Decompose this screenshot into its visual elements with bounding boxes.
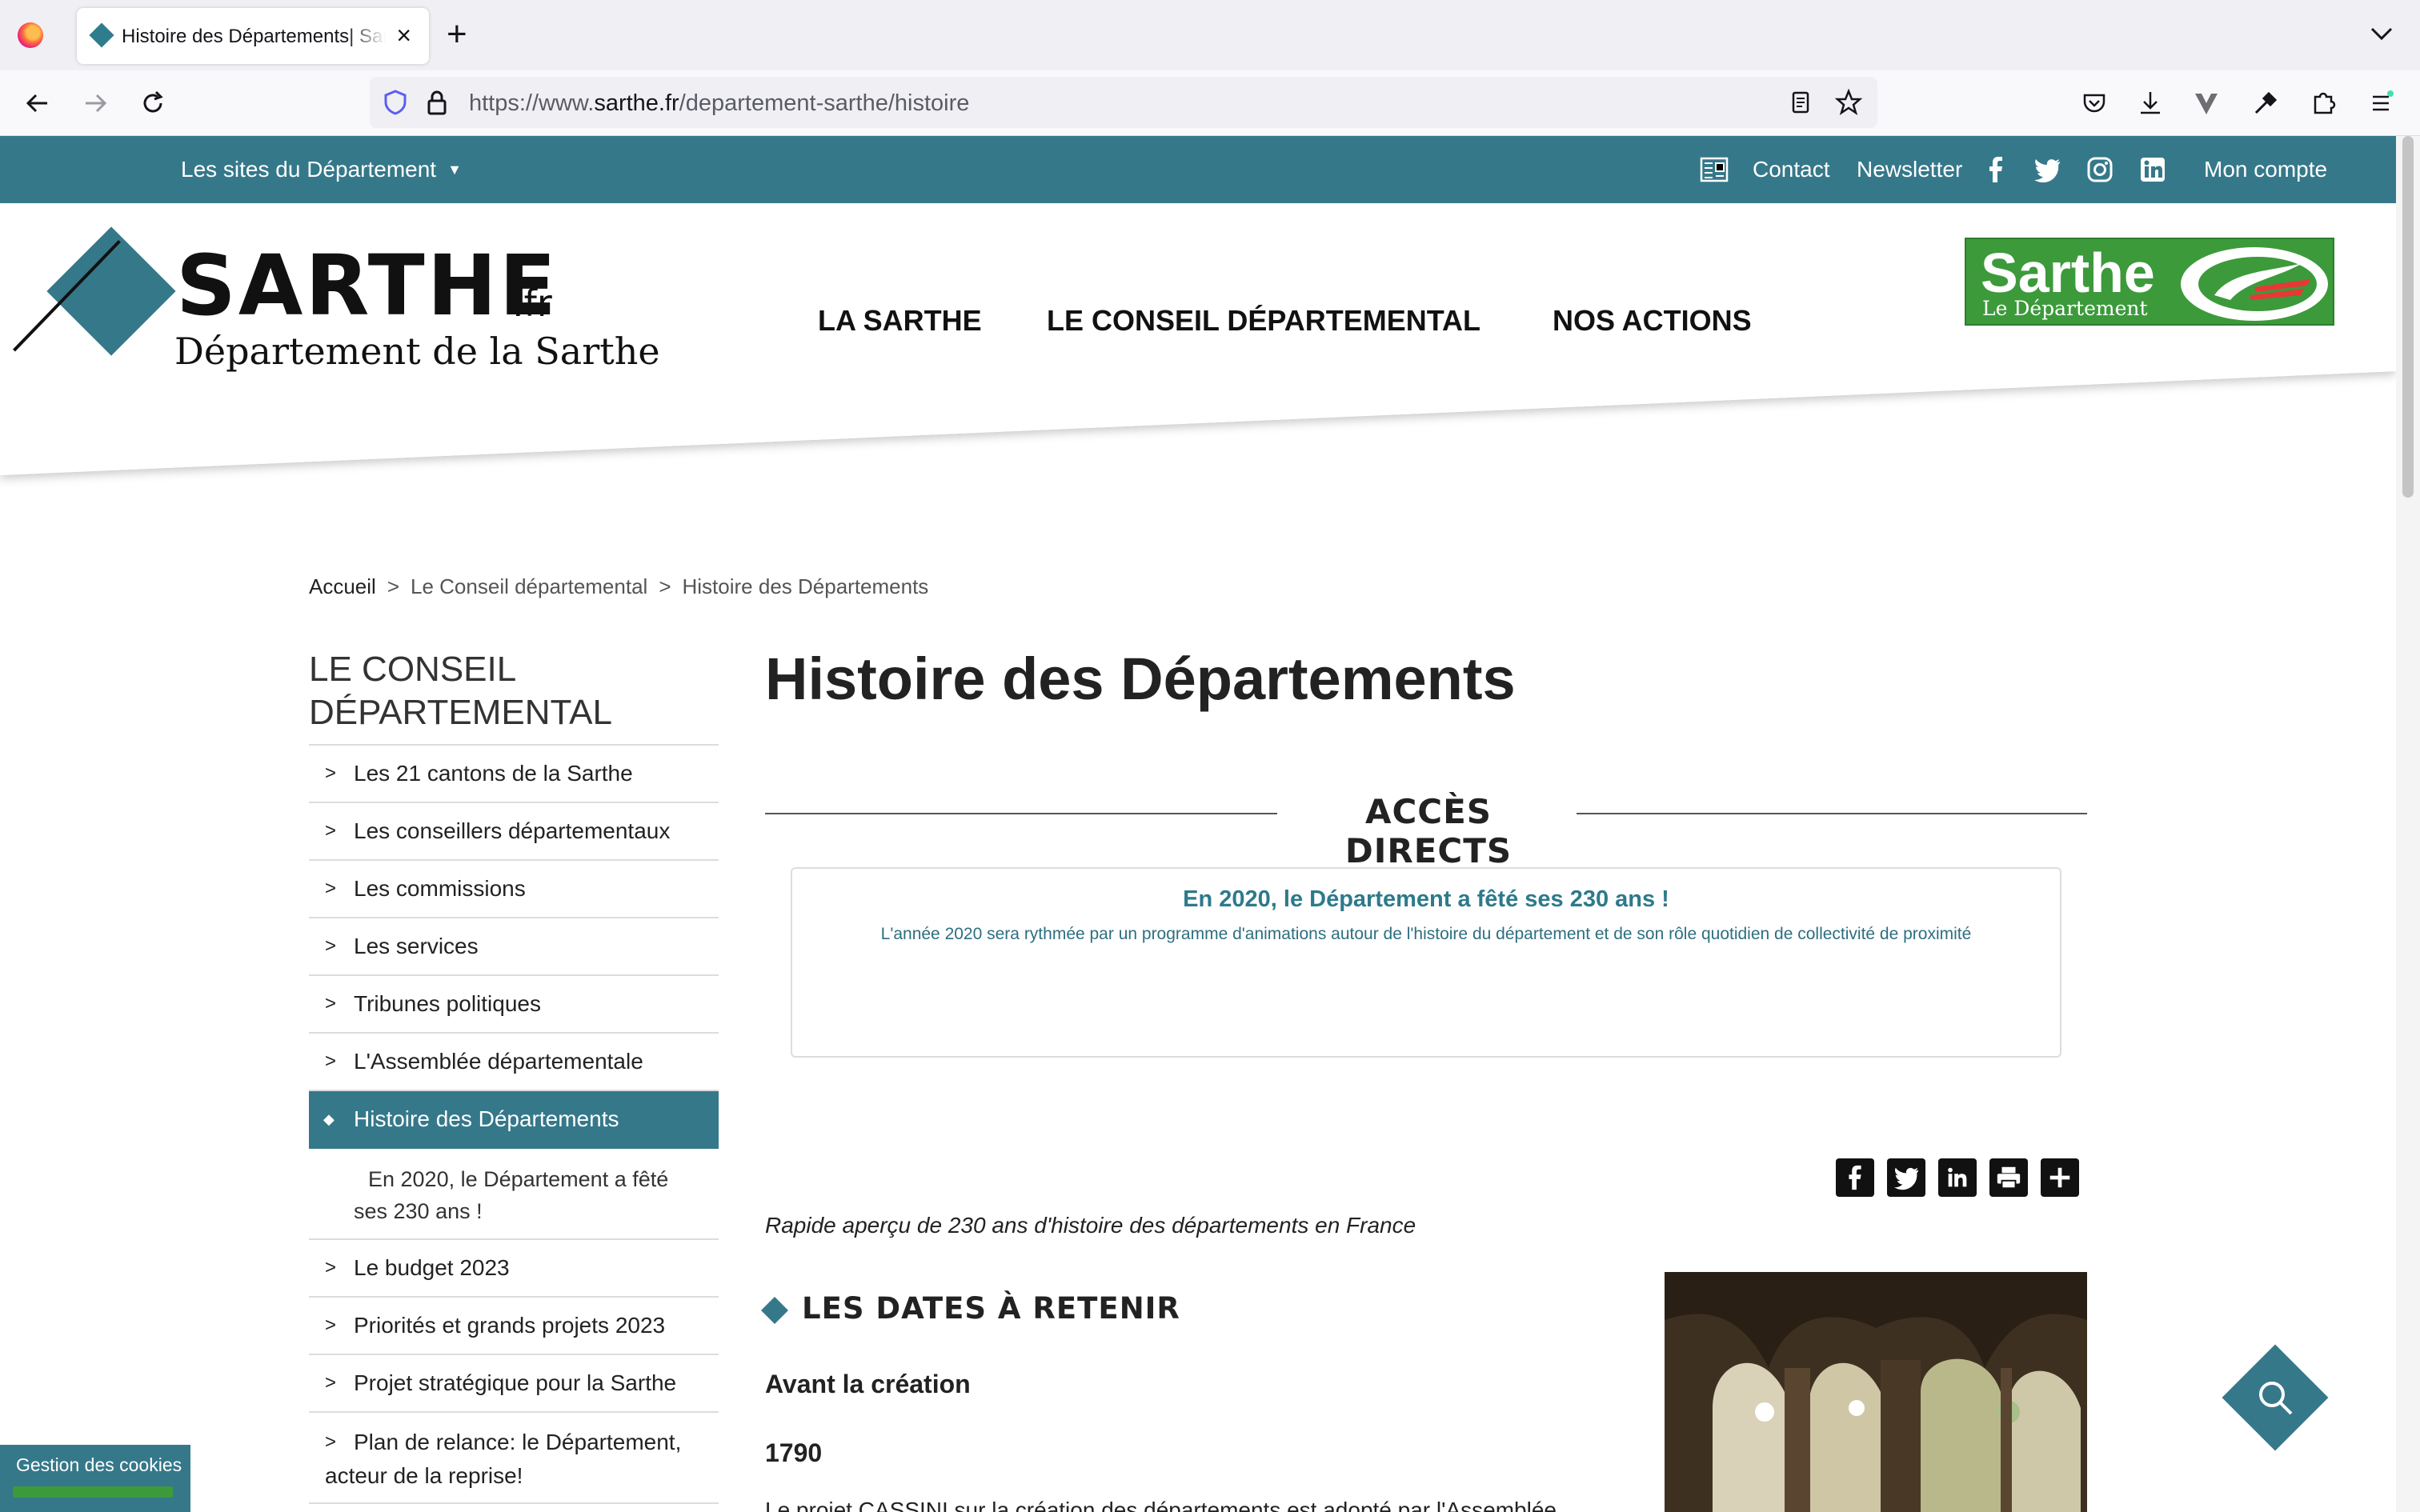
year-heading: 1790 xyxy=(765,1438,823,1467)
acces-card-text: L'année 2020 sera rythmée par un program… xyxy=(880,925,1972,943)
facebook-icon[interactable] xyxy=(1981,155,2010,184)
sidebar-item-assemblee[interactable]: > L'Assemblée départementale xyxy=(309,1034,719,1091)
newsletter-link[interactable]: Newsletter xyxy=(1857,157,1962,182)
badge-subtitle: Le Département xyxy=(1982,297,2148,320)
site-top-bar: Les sites du Département ▼ Contact Newsle… xyxy=(0,136,2396,203)
breadcrumb-separator: > xyxy=(659,574,671,598)
acces-directs-title: ACCÈS DIRECTS xyxy=(1344,792,1512,870)
menu-icon[interactable] xyxy=(2359,82,2402,125)
forward-icon[interactable] xyxy=(74,82,117,125)
cloister-photo xyxy=(1665,1272,2087,1512)
sarthe-departement-badge[interactable]: Sarthe Le Département xyxy=(1965,238,2334,326)
body-paragraph: Le projet CASSINI sur la création des dé… xyxy=(765,1498,1557,1512)
extension-v-icon[interactable] xyxy=(2185,82,2228,125)
logo-suffix: .fr xyxy=(512,282,552,325)
lock-icon[interactable] xyxy=(423,88,451,117)
sidebar-item-histoire[interactable]: ◆ Histoire des Départements xyxy=(309,1091,719,1149)
tab-title: Histoire des Départements| Sarthe xyxy=(122,26,386,47)
breadcrumb-conseil[interactable]: Le Conseil départemental xyxy=(411,574,647,598)
twitter-icon[interactable] xyxy=(1887,1158,1925,1197)
sidebar-item-priorites[interactable]: > Priorités et grands projets 2023 xyxy=(309,1298,719,1355)
cookie-manager-button[interactable]: Gestion des cookies xyxy=(0,1445,190,1512)
url-text[interactable]: https://www.sarthe.fr/departement-sarthe… xyxy=(469,90,969,117)
chevron-down-icon[interactable] xyxy=(2366,18,2398,50)
breadcrumb-accueil[interactable]: Accueil xyxy=(309,574,376,598)
nav-conseil-departemental[interactable]: LE CONSEIL DÉPARTEMENTAL xyxy=(1047,304,1480,338)
url-bar[interactable]: https://www.sarthe.fr/departement-sarthe… xyxy=(370,77,1877,128)
back-icon[interactable] xyxy=(16,82,59,125)
badge-swirl-icon xyxy=(2181,247,2328,321)
nav-la-sarthe[interactable]: LA SARTHE xyxy=(818,304,982,338)
pocket-icon[interactable] xyxy=(2073,82,2116,125)
scrollbar-thumb[interactable] xyxy=(2402,136,2414,498)
add-icon[interactable] xyxy=(2041,1158,2079,1197)
browser-tab-active[interactable]: Histoire des Départements| Sarthe × xyxy=(77,8,429,64)
plus-icon[interactable]: + xyxy=(447,14,467,54)
account-link[interactable]: Mon compte xyxy=(2204,157,2327,182)
sidebar-subitem-230-ans[interactable]: En 2020, le Département a fêté ses 230 a… xyxy=(309,1149,719,1240)
search-icon[interactable] xyxy=(2246,1368,2305,1427)
facebook-icon[interactable] xyxy=(1836,1158,1874,1197)
sidebar-item-plan-relance[interactable]: > Plan de relance: le Département, acteur… xyxy=(309,1413,719,1504)
sidebar-item-commissions[interactable]: > Les commissions xyxy=(309,861,719,918)
diamond-favicon-icon xyxy=(89,22,114,48)
download-icon[interactable] xyxy=(2129,82,2172,125)
instagram-icon[interactable] xyxy=(2085,155,2114,184)
eyedropper-icon[interactable] xyxy=(2244,82,2287,125)
cookie-label: Gestion des cookies xyxy=(16,1454,182,1475)
firefox-logo-icon[interactable] xyxy=(18,22,43,48)
divider xyxy=(1577,813,2087,814)
subheading: Avant la création xyxy=(765,1370,971,1398)
browser-tab-bar: Histoire des Départements| Sarthe × + xyxy=(0,0,2420,70)
page-title: Histoire des Départements xyxy=(765,646,1516,712)
section-title: LES DATES À RETENIR xyxy=(802,1291,1180,1326)
intro-text: Rapide aperçu de 230 ans d'histoire des … xyxy=(765,1213,1416,1238)
sidebar-item-services[interactable]: > Les services xyxy=(309,918,719,976)
linkedin-icon[interactable] xyxy=(2138,155,2167,184)
linkedin-icon[interactable] xyxy=(1938,1158,1977,1197)
cloister-arches-image xyxy=(1665,1272,2087,1512)
cookie-accent-bar xyxy=(13,1486,173,1498)
logo-wordmark[interactable]: SARTHE xyxy=(176,242,559,330)
sidebar-title: LE CONSEIL DÉPARTEMENTAL xyxy=(309,650,612,732)
badge-title: Sarthe xyxy=(1981,242,2155,304)
close-icon[interactable]: × xyxy=(396,19,411,51)
page-scrollbar[interactable] xyxy=(2396,136,2420,1512)
sidebar-item-budget[interactable]: > Le budget 2023 xyxy=(309,1240,719,1298)
section-diamond-icon xyxy=(761,1297,788,1324)
acces-card-title[interactable]: En 2020, le Département a fêté ses 230 a… xyxy=(792,886,2060,913)
divider xyxy=(765,813,1277,814)
breadcrumb-current: Histoire des Départements xyxy=(682,574,929,598)
print-icon[interactable] xyxy=(1989,1158,2028,1197)
contact-link[interactable]: Contact xyxy=(1753,157,1830,182)
star-icon[interactable] xyxy=(1834,88,1863,117)
shield-icon[interactable] xyxy=(381,88,410,117)
sidebar-item-conseillers[interactable]: > Les conseillers départementaux xyxy=(309,803,719,861)
newspaper-icon[interactable] xyxy=(1700,155,1729,184)
breadcrumb-separator: > xyxy=(387,574,400,598)
logo-subtitle: Département de la Sarthe xyxy=(174,330,660,373)
sidebar-item-tribunes[interactable]: > Tribunes politiques xyxy=(309,976,719,1034)
sidebar-item-cantons[interactable]: > Les 21 cantons de la Sarthe xyxy=(309,746,719,803)
breadcrumb: Accueil > Le Conseil départemental > Histoir… xyxy=(309,574,928,599)
acces-directs-card[interactable]: En 2020, le Département a fêté ses 230 a… xyxy=(791,867,2061,1058)
browser-nav-bar: https://www.sarthe.fr/departement-sarthe… xyxy=(0,70,2420,136)
puzzle-icon[interactable] xyxy=(2302,82,2345,125)
twitter-icon[interactable] xyxy=(2033,155,2061,184)
reader-icon[interactable] xyxy=(1786,88,1815,117)
sidebar-item-projet-strategique[interactable]: > Projet stratégique pour la Sarthe xyxy=(309,1355,719,1413)
reload-icon[interactable] xyxy=(131,82,174,125)
nav-nos-actions[interactable]: NOS ACTIONS xyxy=(1553,304,1752,338)
sidebar-menu: > Les 21 cantons de la Sarthe > Les consei… xyxy=(309,744,719,1504)
sites-dropdown[interactable]: Les sites du Département ▼ xyxy=(181,157,462,182)
